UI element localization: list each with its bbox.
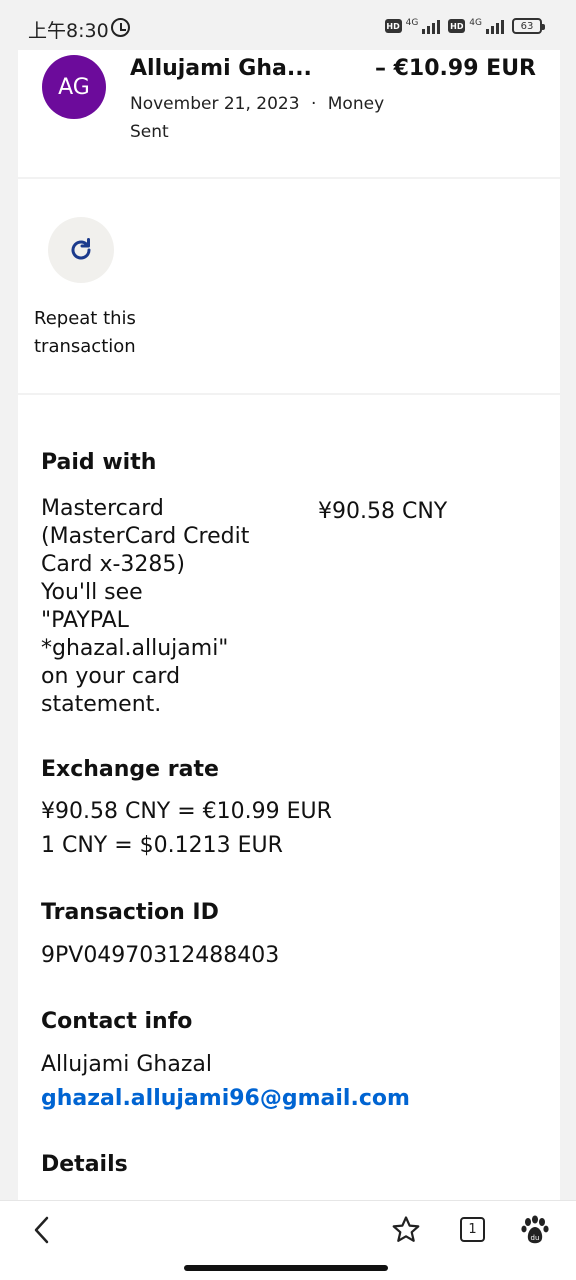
- payee-name: Allujami Gha...: [130, 56, 312, 81]
- browser-bottom-bar: 1 du: [0, 1200, 576, 1280]
- svg-text:du: du: [531, 1234, 540, 1242]
- transaction-id: 9PV04970312488403: [41, 943, 280, 968]
- transaction-id-title: Transaction ID: [41, 900, 219, 925]
- back-icon[interactable]: [30, 1215, 54, 1245]
- repeat-transaction-label[interactable]: Repeat this transaction: [34, 305, 136, 361]
- exchange-rate-line: ¥90.58 CNY = €10.99 EUR: [41, 799, 332, 824]
- transaction-date: November 21, 2023: [130, 94, 300, 114]
- separator: ·: [310, 94, 317, 114]
- exchange-rate-title: Exchange rate: [41, 757, 219, 782]
- repeat-card: Repeat this transaction: [18, 179, 560, 393]
- transaction-subline: November 21, 2023 · Money Sent: [130, 90, 400, 146]
- status-indicators: HD 4G HD 4G 63: [384, 18, 545, 34]
- contact-info-title: Contact info: [41, 1009, 193, 1034]
- contact-name: Allujami Ghazal: [41, 1052, 212, 1077]
- status-bar: 上午8:30 HD 4G HD 4G 63: [0, 0, 576, 56]
- home-indicator: [184, 1265, 388, 1271]
- hd-badge: HD: [384, 19, 402, 33]
- contact-email-link[interactable]: ghazal.allujami96@gmail.com: [41, 1085, 410, 1113]
- avatar: AG: [42, 55, 106, 119]
- signal-icon: [422, 18, 441, 34]
- signal-icon: [486, 18, 504, 34]
- transaction-amount: – €10.99 EUR: [374, 56, 536, 81]
- paid-amount: ¥90.58 CNY: [318, 499, 448, 524]
- details-title: Details: [41, 1152, 128, 1177]
- star-icon[interactable]: [391, 1215, 421, 1245]
- payment-method: Mastercard (MasterCard Credit Card x-328…: [41, 496, 250, 717]
- paid-with-title: Paid with: [41, 450, 157, 475]
- transaction-header: AG Allujami Gha... – €10.99 EUR November…: [18, 50, 560, 177]
- network-type: 4G: [405, 18, 419, 28]
- exchange-rate-unit: 1 CNY = $0.1213 EUR: [41, 833, 283, 858]
- details-card: Paid with Mastercard (MasterCard Credit …: [18, 395, 560, 1200]
- refresh-icon: [71, 238, 91, 260]
- alarm-icon: [111, 18, 130, 37]
- tabs-icon[interactable]: 1: [460, 1217, 485, 1242]
- status-time: 上午8:30: [28, 20, 109, 42]
- network-type: 4G: [469, 18, 482, 28]
- hd-badge: HD: [448, 19, 466, 33]
- baidu-paw-icon[interactable]: du: [520, 1215, 550, 1245]
- battery-icon: 63: [512, 18, 545, 34]
- repeat-transaction-button[interactable]: [48, 217, 114, 283]
